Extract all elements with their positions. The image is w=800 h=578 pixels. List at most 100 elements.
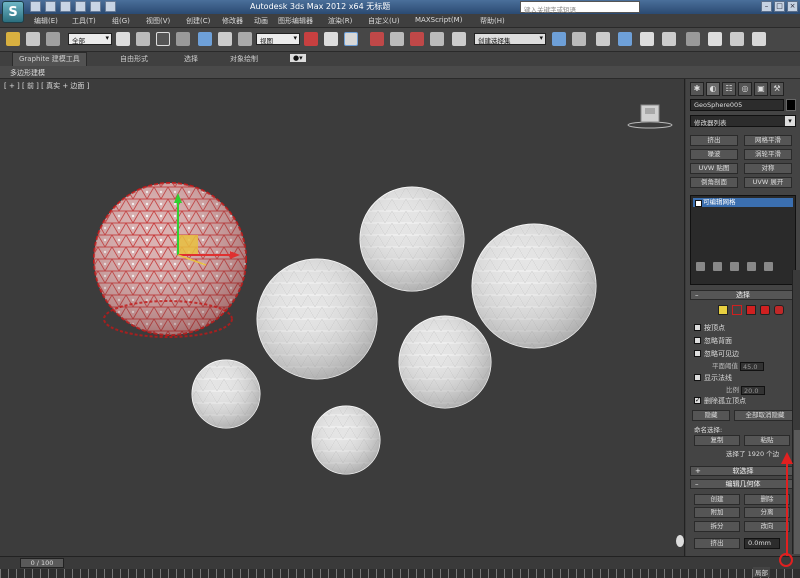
delete-isolated-checkbox[interactable]: 删除孤立顶点 — [694, 396, 746, 406]
checkbox-icon[interactable] — [694, 349, 701, 357]
symmetry-modifier-button[interactable]: 对称 — [744, 163, 792, 174]
selection-rollout-header[interactable]: – 选择 — [690, 290, 796, 300]
snap-toggle-icon[interactable] — [370, 32, 384, 46]
pivot-icon[interactable] — [304, 32, 318, 46]
attach-button[interactable]: 附加 — [694, 507, 740, 518]
select-manipulate-icon[interactable] — [324, 32, 338, 46]
create-tab-icon[interactable]: ✱ — [690, 82, 704, 96]
new-file-icon[interactable] — [30, 1, 41, 12]
tab-graphite-modeling[interactable]: Graphite 建模工具 — [12, 52, 87, 66]
align-icon[interactable] — [572, 32, 586, 46]
ignore-visible-edges-checkbox[interactable]: 忽略可见边 — [694, 349, 739, 359]
close-icon[interactable]: × — [787, 1, 798, 12]
menu-graph-editors[interactable]: 图形编辑器 — [278, 16, 313, 26]
render-frame-icon[interactable] — [730, 32, 744, 46]
viewport-label[interactable]: [ + ] [ 前 ] [ 真实 + 边面 ] — [4, 81, 89, 91]
configure-sets-icon[interactable] — [764, 262, 773, 271]
move-icon[interactable] — [198, 32, 212, 46]
project-folder-icon[interactable] — [105, 1, 116, 12]
material-editor-icon[interactable] — [686, 32, 700, 46]
select-object-icon[interactable] — [116, 32, 130, 46]
noise-modifier-button[interactable]: 噪波 — [690, 149, 738, 160]
pin-stack-icon[interactable] — [696, 262, 705, 271]
menu-create[interactable]: 创建(C) — [186, 16, 210, 26]
curve-editor-icon[interactable] — [640, 32, 654, 46]
hierarchy-tab-icon[interactable]: ☷ — [722, 82, 736, 96]
layer-manager-icon[interactable] — [596, 32, 610, 46]
mirror-icon[interactable] — [552, 32, 566, 46]
selected-geosphere[interactable] — [93, 182, 247, 338]
modifier-stack[interactable]: 可编辑网格 — [690, 195, 796, 285]
keyboard-shortcut-icon[interactable] — [344, 32, 358, 46]
menu-rendering[interactable]: 渲染(R) — [328, 16, 352, 26]
menu-tools[interactable]: 工具(T) — [72, 16, 96, 26]
render-teapot-icon[interactable] — [752, 32, 766, 46]
timeline-local-label[interactable]: 局部 — [753, 567, 770, 577]
menu-group[interactable]: 组(G) — [112, 16, 130, 26]
unhide-all-button[interactable]: 全部取消隐藏 — [734, 410, 796, 421]
search-input[interactable]: 键入关键字或短语 — [520, 1, 640, 14]
rect-selection-icon[interactable] — [156, 32, 170, 46]
angle-snap-icon[interactable] — [390, 32, 404, 46]
menu-animation[interactable]: 动画 — [254, 16, 268, 26]
undo-icon[interactable] — [6, 32, 20, 46]
checkbox-icon[interactable] — [694, 373, 701, 381]
maximize-icon[interactable]: □ — [774, 1, 785, 12]
menu-help[interactable]: 帮助(H) — [480, 16, 505, 26]
planar-threshold-value[interactable]: 45.0 — [740, 361, 764, 371]
tab-object-paint[interactable]: 对象绘制 — [230, 54, 258, 64]
bevel-profile-modifier-button[interactable]: 倒角剖面 — [690, 177, 738, 188]
geosphere-7[interactable] — [311, 405, 381, 475]
selection-filter-dropdown[interactable]: 全部 — [68, 33, 112, 45]
uvw-map-modifier-button[interactable]: UVW 贴图 — [690, 163, 738, 174]
viewport-canvas[interactable] — [0, 79, 685, 556]
link-icon[interactable] — [46, 32, 60, 46]
app-logo-button[interactable]: S — [2, 1, 24, 23]
create-button[interactable]: 创建 — [694, 494, 740, 505]
show-end-result-icon[interactable] — [713, 262, 722, 271]
remove-modifier-icon[interactable] — [747, 262, 756, 271]
extrude-button[interactable]: 挤出 — [694, 538, 740, 549]
viewcube-icon[interactable] — [627, 104, 673, 129]
modifier-list-dropdown[interactable]: 修改器列表 ▾ — [690, 115, 796, 127]
stack-item-editable-mesh[interactable]: 可编辑网格 — [693, 198, 793, 207]
render-setup-icon[interactable] — [708, 32, 722, 46]
checkbox-icon[interactable] — [694, 323, 701, 331]
window-crossing-icon[interactable] — [176, 32, 190, 46]
percent-snap-icon[interactable] — [410, 32, 424, 46]
ribbon-options-icon[interactable]: ●▾ — [290, 54, 306, 62]
turbosmooth-modifier-button[interactable]: 涡轮平滑 — [744, 149, 792, 160]
display-tab-icon[interactable]: ▣ — [754, 82, 768, 96]
schematic-view-icon[interactable] — [662, 32, 676, 46]
modify-tab-icon[interactable]: ◐ — [706, 82, 720, 96]
edge-level-icon[interactable] — [732, 305, 742, 315]
select-by-name-icon[interactable] — [136, 32, 150, 46]
show-normals-checkbox[interactable]: 显示法线 — [694, 373, 732, 383]
viewport-navigation-icon[interactable] — [676, 535, 685, 547]
unwrap-uvw-modifier-button[interactable]: UVW 展开 — [744, 177, 792, 188]
checkbox-icon[interactable] — [694, 336, 701, 344]
scale-value[interactable]: 20.0 — [741, 385, 765, 395]
copy-button[interactable]: 复制 — [694, 435, 740, 446]
menu-maxscript[interactable]: MAXScript(M) — [415, 16, 462, 24]
menu-edit[interactable]: 编辑(E) — [34, 16, 58, 26]
minimize-icon[interactable]: – — [761, 1, 772, 12]
meshsmooth-modifier-button[interactable]: 网格平滑 — [744, 135, 792, 146]
tab-freeform[interactable]: 自由形式 — [120, 54, 148, 64]
paste-button[interactable]: 粘贴 — [744, 435, 790, 446]
reference-coord-dropdown[interactable]: 视图 — [256, 33, 300, 45]
geosphere-2[interactable] — [359, 186, 465, 292]
geosphere-6[interactable] — [191, 359, 261, 429]
vertex-level-icon[interactable] — [718, 305, 728, 315]
extrude-modifier-button[interactable]: 挤出 — [690, 135, 738, 146]
element-level-icon[interactable] — [774, 305, 784, 315]
graphite-toggle-icon[interactable] — [618, 32, 632, 46]
menu-modifiers[interactable]: 修改器 — [222, 16, 243, 26]
utilities-tab-icon[interactable]: ⚒ — [770, 82, 784, 96]
time-slider[interactable]: 0 / 100 — [20, 558, 64, 568]
tab-selection[interactable]: 选择 — [184, 54, 198, 64]
timeline-track[interactable] — [0, 569, 800, 578]
open-file-icon[interactable] — [45, 1, 56, 12]
checkbox-checked-icon[interactable] — [694, 396, 701, 404]
break-button[interactable]: 拆分 — [694, 521, 740, 532]
